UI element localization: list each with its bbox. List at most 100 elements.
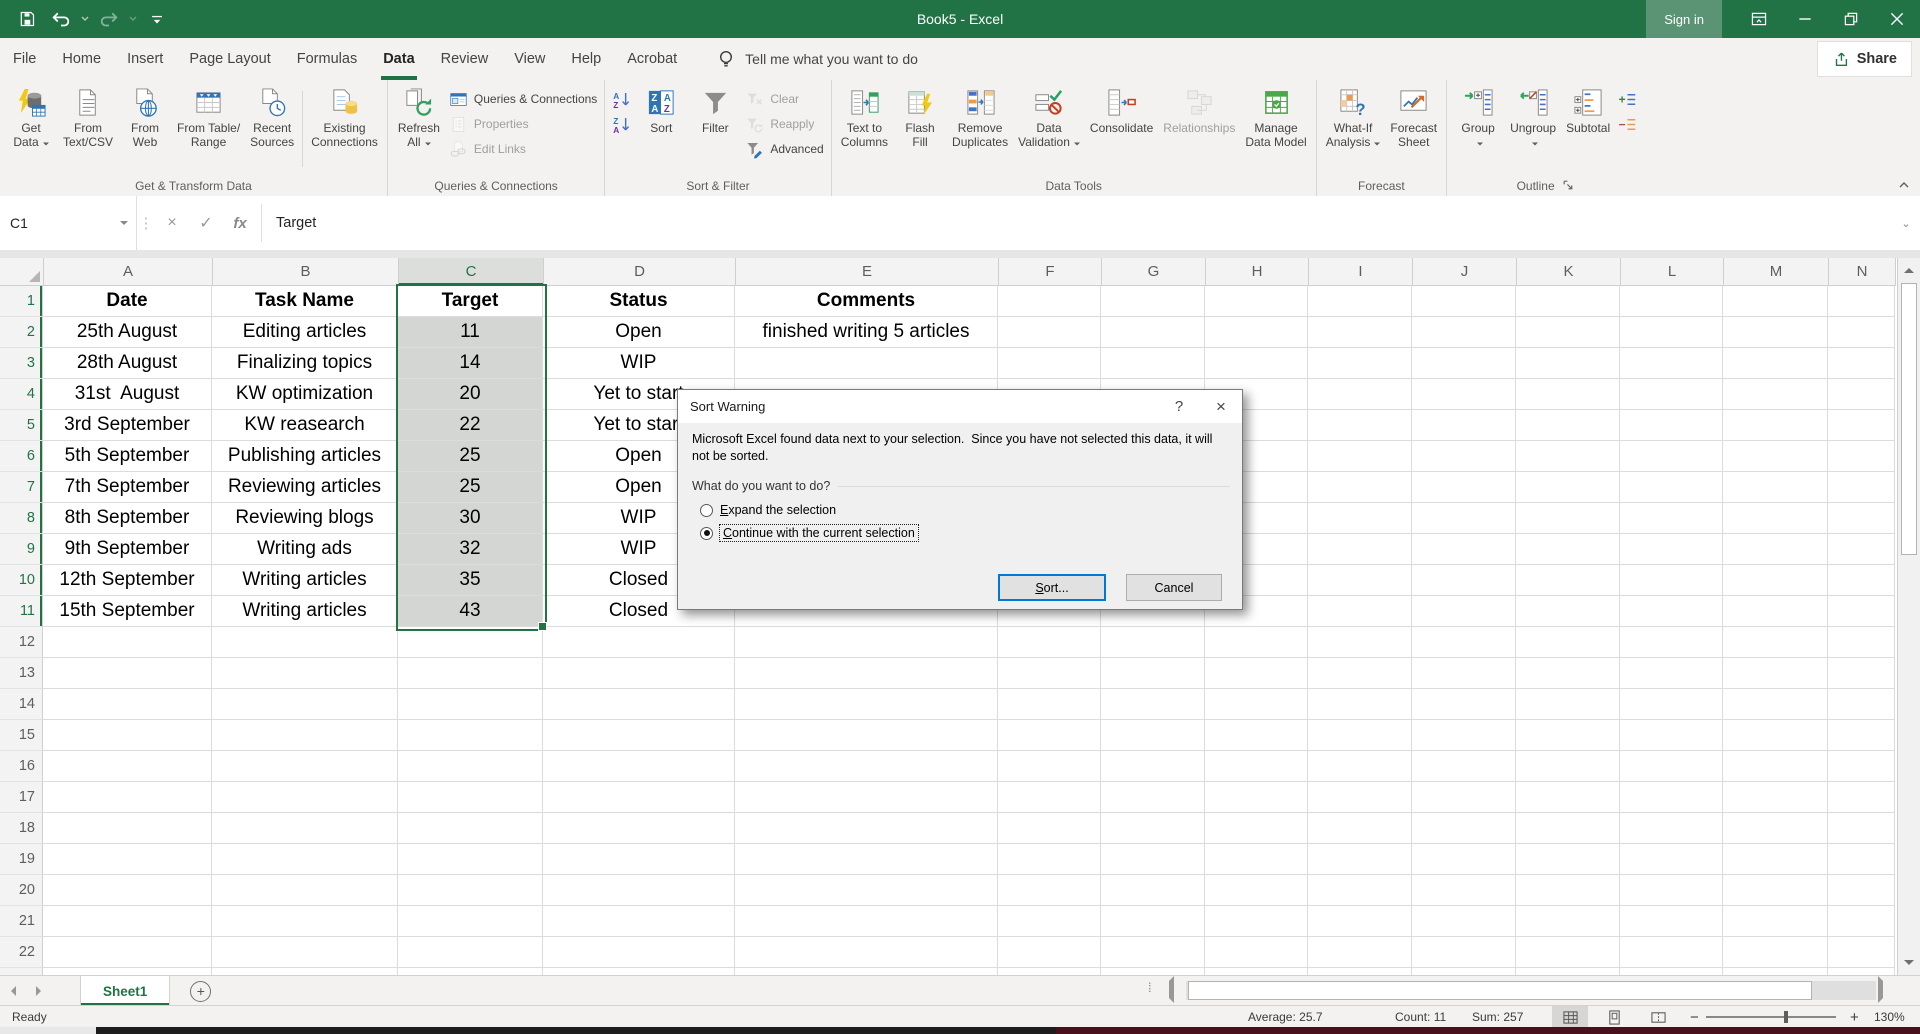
cell-I21[interactable] [1308, 906, 1412, 937]
flash-fill-button[interactable]: FlashFill [893, 83, 947, 175]
cell-C6[interactable]: 25 [398, 441, 543, 472]
page-layout-view-icon[interactable] [1596, 1006, 1632, 1028]
row-header-3[interactable]: 3 [0, 348, 43, 379]
cell-A8[interactable]: 8th September [43, 503, 212, 534]
dialog-help-button[interactable]: ? [1158, 390, 1200, 423]
cell-K4[interactable] [1516, 379, 1620, 410]
what-if-analysis-button[interactable]: ?What-IfAnalysis [1321, 83, 1386, 175]
cell-L10[interactable] [1620, 565, 1723, 596]
cell-M22[interactable] [1723, 937, 1828, 968]
cell-J20[interactable] [1412, 875, 1516, 906]
column-header-G[interactable]: G [1102, 258, 1206, 286]
cell-G18[interactable] [1101, 813, 1205, 844]
sort-button[interactable]: ZAAZSort [634, 83, 688, 175]
cell-F18[interactable] [998, 813, 1101, 844]
cell-M3[interactable] [1723, 348, 1828, 379]
cell-G3[interactable] [1101, 348, 1205, 379]
from-table-range-button[interactable]: From Table/Range [172, 83, 245, 175]
cell-I1[interactable] [1308, 286, 1412, 317]
cell-M19[interactable] [1723, 844, 1828, 875]
cell-E1[interactable]: Comments [735, 286, 998, 317]
cell-I15[interactable] [1308, 720, 1412, 751]
cell-L13[interactable] [1620, 658, 1723, 689]
tab-view[interactable]: View [501, 38, 558, 80]
cell-J11[interactable] [1412, 596, 1516, 627]
cell-H12[interactable] [1205, 627, 1308, 658]
cell-I7[interactable] [1308, 472, 1412, 503]
cell-F12[interactable] [998, 627, 1101, 658]
cell-H22[interactable] [1205, 937, 1308, 968]
row-header-9[interactable]: 9 [0, 534, 43, 565]
cell-G20[interactable] [1101, 875, 1205, 906]
fill-handle[interactable] [538, 622, 547, 631]
share-button[interactable]: Share [1817, 41, 1912, 77]
cell-I17[interactable] [1308, 782, 1412, 813]
cell-J23[interactable] [1412, 968, 1516, 975]
cell-N13[interactable] [1828, 658, 1895, 689]
cell-H3[interactable] [1205, 348, 1308, 379]
cell-H14[interactable] [1205, 689, 1308, 720]
cell-L2[interactable] [1620, 317, 1723, 348]
column-header-D[interactable]: D [544, 258, 736, 286]
cell-K18[interactable] [1516, 813, 1620, 844]
cell-B14[interactable] [212, 689, 398, 720]
tab-insert[interactable]: Insert [114, 38, 176, 80]
cell-A18[interactable] [43, 813, 212, 844]
get-data-button[interactable]: GetData [4, 83, 58, 175]
from-web-button[interactable]: FromWeb [118, 83, 172, 175]
cell-B23[interactable] [212, 968, 398, 975]
cell-N8[interactable] [1828, 503, 1895, 534]
cell-M7[interactable] [1723, 472, 1828, 503]
queries-connections-button[interactable]: Queries & Connections [449, 88, 597, 110]
advanced-button[interactable]: Advanced [745, 138, 823, 160]
cell-G2[interactable] [1101, 317, 1205, 348]
filter-button[interactable]: Filter [688, 83, 742, 175]
cell-B12[interactable] [212, 627, 398, 658]
cell-B13[interactable] [212, 658, 398, 689]
group-button[interactable]: Group [1451, 83, 1505, 175]
cell-J21[interactable] [1412, 906, 1516, 937]
sheet-next-icon[interactable] [26, 976, 52, 1006]
cell-F23[interactable] [998, 968, 1101, 975]
row-header-10[interactable]: 10 [0, 565, 43, 596]
cell-N23[interactable] [1828, 968, 1895, 975]
column-header-A[interactable]: A [44, 258, 213, 286]
row-header-5[interactable]: 5 [0, 410, 43, 441]
column-header-I[interactable]: I [1309, 258, 1413, 286]
cell-N22[interactable] [1828, 937, 1895, 968]
cell-I13[interactable] [1308, 658, 1412, 689]
cell-A16[interactable] [43, 751, 212, 782]
column-header-M[interactable]: M [1724, 258, 1829, 286]
cell-H18[interactable] [1205, 813, 1308, 844]
data-validation-button[interactable]: DataValidation [1013, 83, 1085, 175]
cell-I11[interactable] [1308, 596, 1412, 627]
remove-duplicates-button[interactable]: RemoveDuplicates [947, 83, 1013, 175]
cell-E3[interactable] [735, 348, 998, 379]
cell-C19[interactable] [398, 844, 543, 875]
expand-formula-bar-icon[interactable]: ⌄ [1892, 196, 1920, 250]
cell-M15[interactable] [1723, 720, 1828, 751]
cell-J13[interactable] [1412, 658, 1516, 689]
cell-D1[interactable]: Status [543, 286, 735, 317]
from-text-csv-button[interactable]: FromText/CSV [58, 83, 118, 175]
sort-button[interactable]: Sort... [998, 574, 1106, 601]
row-header-23[interactable] [0, 968, 43, 975]
cell-N17[interactable] [1828, 782, 1895, 813]
cell-D12[interactable] [543, 627, 735, 658]
cell-E2[interactable]: finished writing 5 articles [735, 317, 998, 348]
cell-G16[interactable] [1101, 751, 1205, 782]
cell-M2[interactable] [1723, 317, 1828, 348]
cell-M18[interactable] [1723, 813, 1828, 844]
cell-J6[interactable] [1412, 441, 1516, 472]
row-header-15[interactable]: 15 [0, 720, 43, 751]
page-break-preview-icon[interactable] [1640, 1006, 1676, 1028]
row-header-22[interactable]: 22 [0, 937, 43, 968]
name-box[interactable]: C1 [0, 196, 137, 250]
cell-D3[interactable]: WIP [543, 348, 735, 379]
cell-D20[interactable] [543, 875, 735, 906]
cell-A20[interactable] [43, 875, 212, 906]
cell-K15[interactable] [1516, 720, 1620, 751]
cell-H16[interactable] [1205, 751, 1308, 782]
cell-B9[interactable]: Writing ads [212, 534, 398, 565]
cell-L1[interactable] [1620, 286, 1723, 317]
